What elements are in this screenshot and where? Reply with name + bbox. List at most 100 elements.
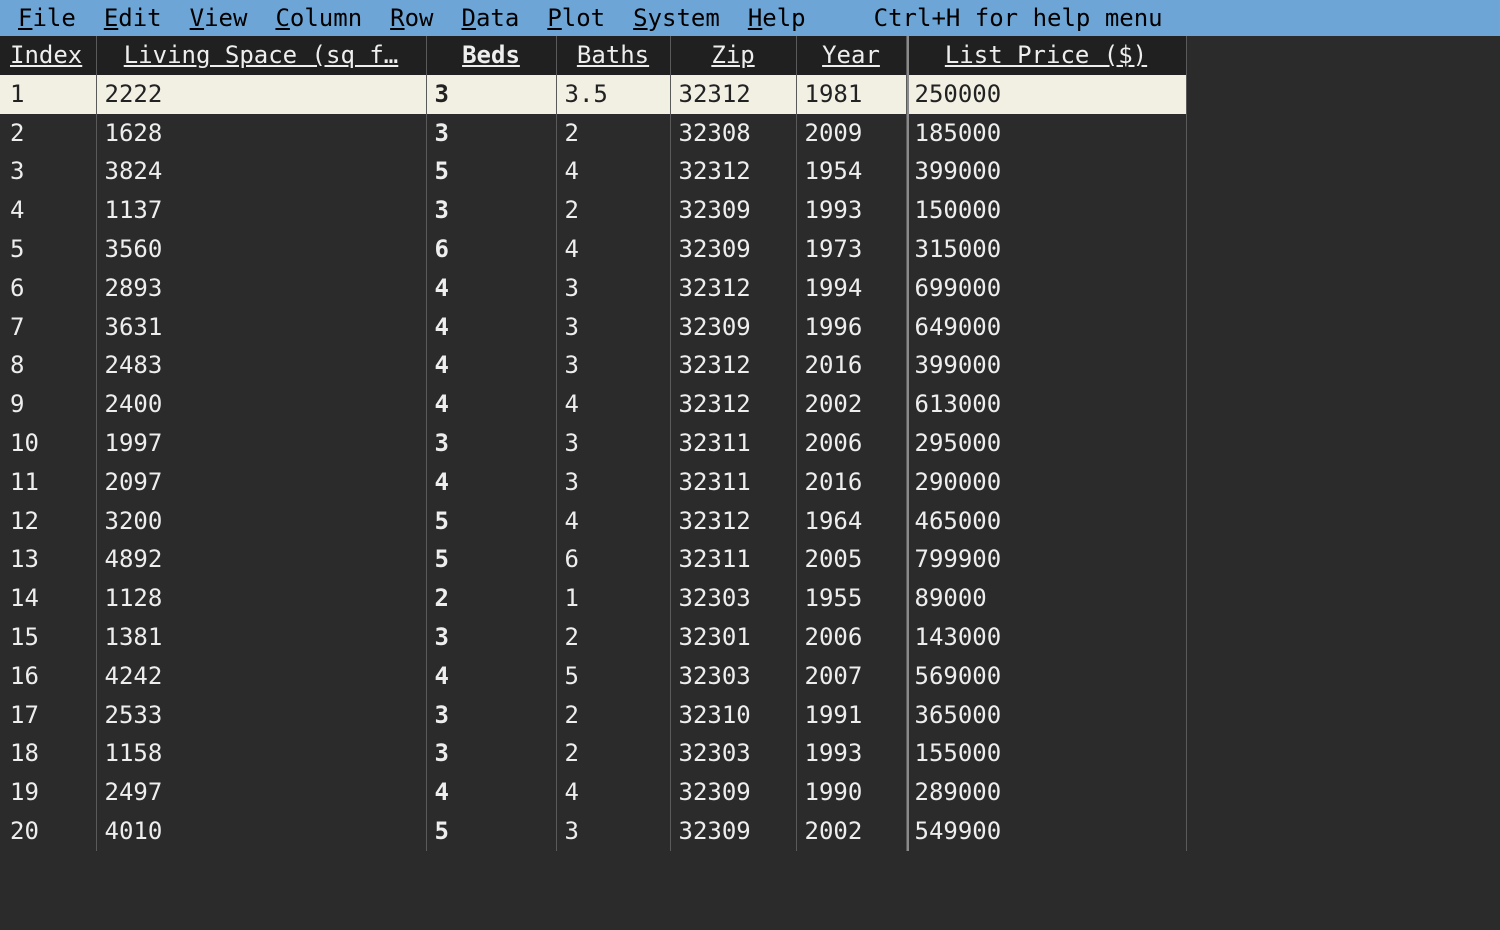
table-row[interactable]: 13489256323112005799900 — [0, 540, 1186, 579]
cell-beds[interactable]: 3 — [426, 191, 556, 230]
table-row[interactable]: 16424245323032007569000 — [0, 657, 1186, 696]
cell-price[interactable]: 399000 — [906, 346, 1186, 385]
cell-zip[interactable]: 32301 — [670, 618, 796, 657]
cell-baths[interactable]: 4 — [556, 152, 670, 191]
cell-baths[interactable]: 3.5 — [556, 75, 670, 114]
cell-beds[interactable]: 3 — [426, 696, 556, 735]
table-row[interactable]: 18115832323031993155000 — [0, 734, 1186, 773]
cell-baths[interactable]: 4 — [556, 385, 670, 424]
cell-baths[interactable]: 3 — [556, 424, 670, 463]
cell-year[interactable]: 1993 — [796, 734, 906, 773]
column-header-baths[interactable]: Baths — [556, 36, 670, 75]
cell-beds[interactable]: 3 — [426, 114, 556, 153]
cell-living[interactable]: 2497 — [96, 773, 426, 812]
cell-index[interactable]: 19 — [0, 773, 96, 812]
cell-year[interactable]: 2006 — [796, 424, 906, 463]
cell-beds[interactable]: 5 — [426, 540, 556, 579]
cell-living[interactable]: 1628 — [96, 114, 426, 153]
cell-index[interactable]: 1 — [0, 75, 96, 114]
cell-beds[interactable]: 4 — [426, 308, 556, 347]
table-row[interactable]: 19249744323091990289000 — [0, 773, 1186, 812]
column-header-beds[interactable]: Beds — [426, 36, 556, 75]
menu-data[interactable]: Data — [448, 1, 534, 36]
cell-index[interactable]: 17 — [0, 696, 96, 735]
cell-beds[interactable]: 4 — [426, 346, 556, 385]
cell-living[interactable]: 1381 — [96, 618, 426, 657]
cell-living[interactable]: 1997 — [96, 424, 426, 463]
cell-year[interactable]: 2009 — [796, 114, 906, 153]
cell-baths[interactable]: 2 — [556, 734, 670, 773]
cell-price[interactable]: 150000 — [906, 191, 1186, 230]
cell-year[interactable]: 1973 — [796, 230, 906, 269]
cell-zip[interactable]: 32310 — [670, 696, 796, 735]
cell-beds[interactable]: 3 — [426, 618, 556, 657]
table-row[interactable]: 6289343323121994699000 — [0, 269, 1186, 308]
cell-zip[interactable]: 32311 — [670, 540, 796, 579]
cell-living[interactable]: 4242 — [96, 657, 426, 696]
cell-price[interactable]: 399000 — [906, 152, 1186, 191]
cell-price[interactable]: 289000 — [906, 773, 1186, 812]
table-row[interactable]: 8248343323122016399000 — [0, 346, 1186, 385]
column-header-living[interactable]: Living Space (sq f… — [96, 36, 426, 75]
cell-living[interactable]: 3200 — [96, 502, 426, 541]
cell-zip[interactable]: 32309 — [670, 308, 796, 347]
cell-living[interactable]: 2097 — [96, 463, 426, 502]
cell-index[interactable]: 18 — [0, 734, 96, 773]
cell-beds[interactable]: 4 — [426, 463, 556, 502]
cell-price[interactable]: 569000 — [906, 657, 1186, 696]
cell-zip[interactable]: 32312 — [670, 269, 796, 308]
cell-baths[interactable]: 4 — [556, 230, 670, 269]
cell-year[interactable]: 2007 — [796, 657, 906, 696]
table-row[interactable]: 5356064323091973315000 — [0, 230, 1186, 269]
cell-zip[interactable]: 32309 — [670, 773, 796, 812]
cell-year[interactable]: 1964 — [796, 502, 906, 541]
cell-baths[interactable]: 6 — [556, 540, 670, 579]
cell-zip[interactable]: 32312 — [670, 75, 796, 114]
cell-price[interactable]: 290000 — [906, 463, 1186, 502]
menu-plot[interactable]: Plot — [533, 1, 619, 36]
cell-year[interactable]: 2005 — [796, 540, 906, 579]
cell-living[interactable]: 1128 — [96, 579, 426, 618]
cell-year[interactable]: 2016 — [796, 346, 906, 385]
cell-zip[interactable]: 32311 — [670, 424, 796, 463]
cell-living[interactable]: 3631 — [96, 308, 426, 347]
cell-living[interactable]: 1158 — [96, 734, 426, 773]
cell-year[interactable]: 1993 — [796, 191, 906, 230]
cell-price[interactable]: 295000 — [906, 424, 1186, 463]
cell-index[interactable]: 10 — [0, 424, 96, 463]
cell-zip[interactable]: 32309 — [670, 230, 796, 269]
cell-year[interactable]: 2002 — [796, 812, 906, 851]
menu-view[interactable]: View — [176, 1, 262, 36]
cell-price[interactable]: 613000 — [906, 385, 1186, 424]
menu-row[interactable]: Row — [376, 1, 447, 36]
cell-baths[interactable]: 3 — [556, 346, 670, 385]
menu-column[interactable]: Column — [261, 1, 376, 36]
table-row[interactable]: 20401053323092002549900 — [0, 812, 1186, 851]
cell-beds[interactable]: 5 — [426, 502, 556, 541]
table-row[interactable]: 1222233.5323121981250000 — [0, 75, 1186, 114]
cell-index[interactable]: 9 — [0, 385, 96, 424]
cell-zip[interactable]: 32309 — [670, 191, 796, 230]
menu-file[interactable]: File — [4, 1, 90, 36]
cell-baths[interactable]: 2 — [556, 618, 670, 657]
cell-price[interactable]: 549900 — [906, 812, 1186, 851]
table-row[interactable]: 3382454323121954399000 — [0, 152, 1186, 191]
table-row[interactable]: 4113732323091993150000 — [0, 191, 1186, 230]
cell-index[interactable]: 11 — [0, 463, 96, 502]
cell-beds[interactable]: 4 — [426, 657, 556, 696]
cell-year[interactable]: 1994 — [796, 269, 906, 308]
table-row[interactable]: 15138132323012006143000 — [0, 618, 1186, 657]
cell-zip[interactable]: 32303 — [670, 657, 796, 696]
column-header-price[interactable]: List Price ($) — [906, 36, 1186, 75]
cell-baths[interactable]: 4 — [556, 502, 670, 541]
table-row[interactable]: 17253332323101991365000 — [0, 696, 1186, 735]
cell-beds[interactable]: 6 — [426, 230, 556, 269]
cell-year[interactable]: 2006 — [796, 618, 906, 657]
cell-index[interactable]: 13 — [0, 540, 96, 579]
cell-zip[interactable]: 32312 — [670, 502, 796, 541]
cell-beds[interactable]: 3 — [426, 734, 556, 773]
menu-edit[interactable]: Edit — [90, 1, 176, 36]
cell-price[interactable]: 315000 — [906, 230, 1186, 269]
cell-living[interactable]: 1137 — [96, 191, 426, 230]
cell-price[interactable]: 649000 — [906, 308, 1186, 347]
